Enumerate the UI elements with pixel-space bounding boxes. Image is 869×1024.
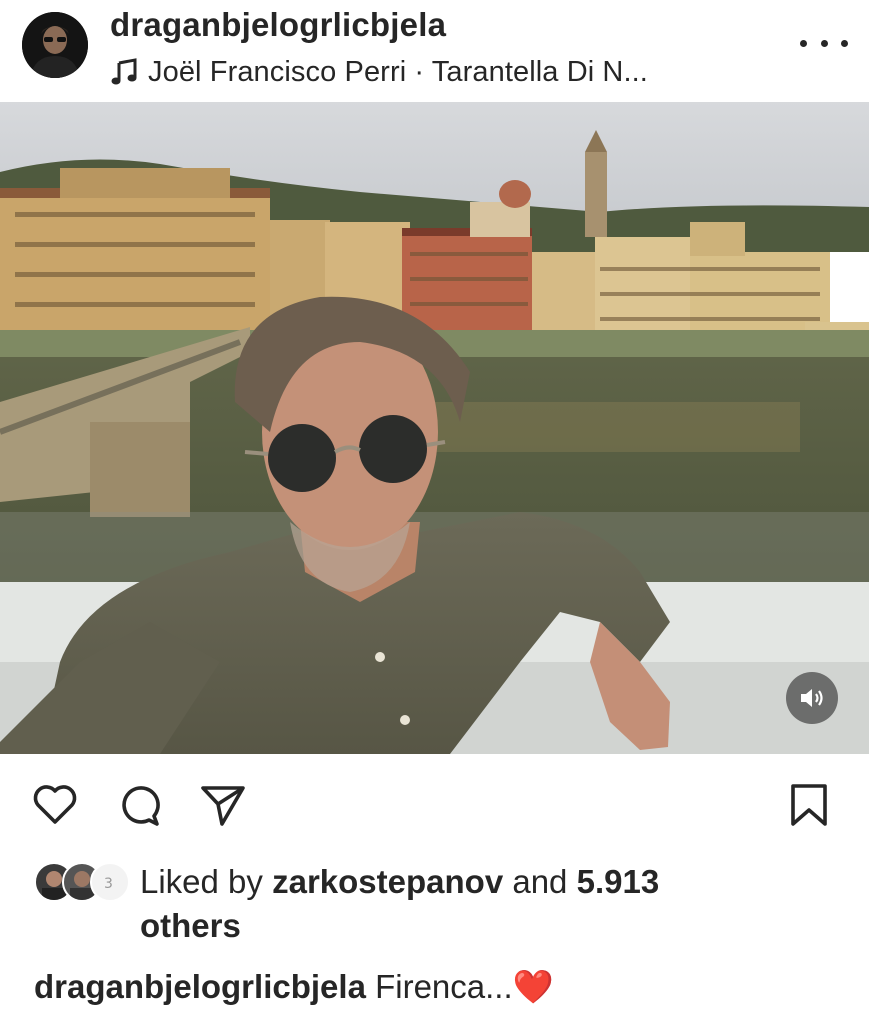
bookmark-icon[interactable]	[784, 780, 834, 830]
svg-text:3: 3	[104, 876, 113, 892]
profile-avatar[interactable]	[22, 12, 88, 78]
heart-emoji: ❤️	[512, 968, 554, 1005]
likes-others[interactable]: others	[140, 907, 241, 944]
post-photo[interactable]	[0, 102, 869, 754]
likes-count[interactable]: 5.913	[577, 863, 660, 900]
heart-icon[interactable]	[30, 780, 80, 830]
post-caption: draganbjelogrlicbjela Firenca...❤️	[34, 965, 554, 1009]
music-note-icon	[111, 58, 137, 85]
selfie-photo	[0, 102, 869, 754]
caption-text: Firenca...	[365, 968, 513, 1005]
paper-plane-icon[interactable]	[198, 780, 248, 830]
liker-username[interactable]: zarkostepanov	[272, 863, 503, 900]
liker-avatars[interactable]: 3	[34, 862, 130, 902]
post-username[interactable]: draganbjelogrlicbjela	[110, 6, 446, 44]
speaker-icon[interactable]	[786, 672, 838, 724]
likes-summary[interactable]: Liked by zarkostepanov and 5.913 others	[140, 860, 800, 948]
more-options-icon[interactable]	[800, 28, 848, 58]
likes-prefix: Liked by	[140, 863, 273, 900]
music-row[interactable]: Joël Francisco Perri · Tarantella Di N..…	[110, 52, 648, 92]
likes-middle: and	[503, 863, 577, 900]
liker-avatar: 3	[90, 862, 130, 902]
comment-bubble-icon[interactable]	[114, 780, 164, 830]
music-label: Joël Francisco Perri · Tarantella Di N..…	[148, 55, 648, 88]
caption-username[interactable]: draganbjelogrlicbjela	[34, 968, 366, 1005]
